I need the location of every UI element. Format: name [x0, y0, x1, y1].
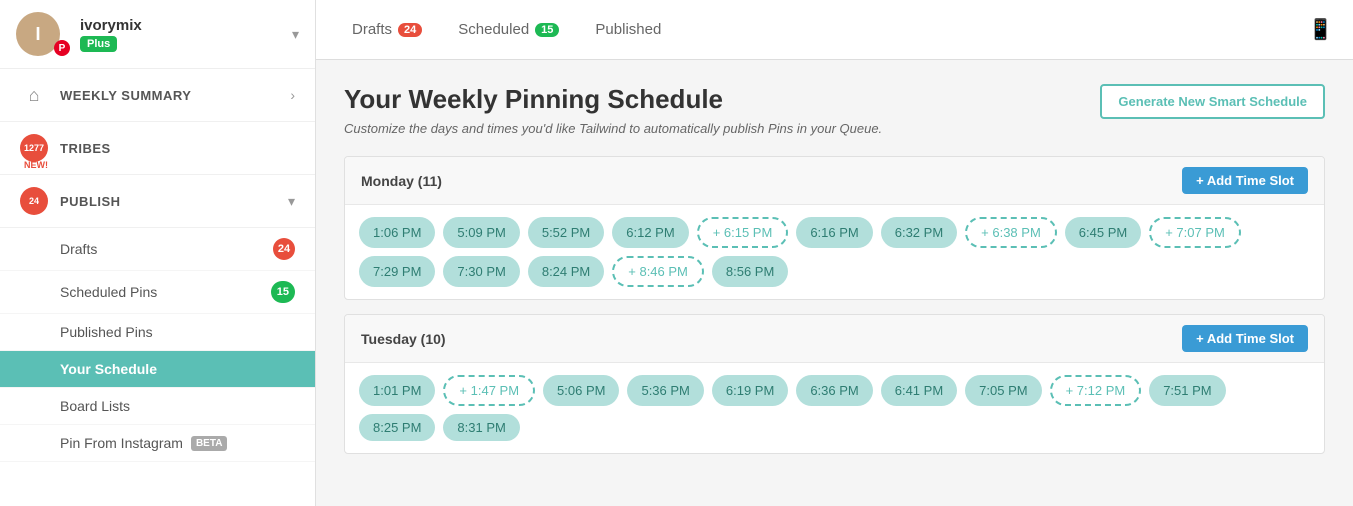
- tab-published-label: Published: [595, 21, 661, 38]
- house-icon: ⌂: [20, 81, 48, 109]
- scheduled-pins-label: Scheduled Pins: [60, 284, 157, 300]
- main-content: Drafts 24 Scheduled 15 Published 📱 Your …: [316, 0, 1353, 506]
- time-slot[interactable]: 1:06 PM: [359, 217, 435, 248]
- time-slot[interactable]: + 6:38 PM: [965, 217, 1057, 248]
- tab-published[interactable]: Published: [579, 13, 677, 46]
- sidebar-item-publish[interactable]: 24 PUBLISH ▾: [0, 175, 315, 228]
- schedule-subtitle: Customize the days and times you'd like …: [344, 121, 882, 136]
- monday-time-slots: 1:06 PM 5:09 PM 5:52 PM 6:12 PM + 6:15 PM6:1…: [345, 205, 1324, 299]
- sidebar-item-pin-from-instagram[interactable]: Pin From Instagram BETA: [0, 425, 315, 462]
- time-slot[interactable]: 6:45 PM: [1065, 217, 1141, 248]
- tribes-icon: 1277: [20, 134, 48, 162]
- time-slot[interactable]: 5:36 PM: [627, 375, 703, 406]
- device-toggle[interactable]: 📱: [1308, 17, 1333, 42]
- sidebar: I P ivorymix Plus ▾ ⌂ WEEKLY SUMMARY › 1…: [0, 0, 316, 506]
- avatar-wrap: I P: [16, 12, 70, 56]
- tab-drafts[interactable]: Drafts 24: [336, 13, 438, 46]
- time-slot[interactable]: + 8:46 PM: [612, 256, 704, 287]
- time-slot[interactable]: 6:36 PM: [796, 375, 872, 406]
- time-slot[interactable]: 6:12 PM: [612, 217, 688, 248]
- tuesday-block: Tuesday (10) + Add Time Slot 1:01 PM + 1:…: [344, 314, 1325, 454]
- beta-badge: BETA: [191, 436, 227, 451]
- expand-icon: ▾: [288, 193, 295, 210]
- time-slot[interactable]: 8:31 PM: [443, 414, 519, 441]
- time-slot[interactable]: 7:30 PM: [443, 256, 519, 287]
- tuesday-time-slots: 1:01 PM + 1:47 PM 5:06 PM 5:36 PM 6:19 PM 6:3…: [345, 363, 1324, 453]
- sidebar-item-label: WEEKLY SUMMARY: [60, 88, 191, 103]
- chevron-down-icon: ▾: [292, 26, 299, 43]
- monday-header: Monday (11) + Add Time Slot: [345, 157, 1324, 205]
- sidebar-item-weekly-summary[interactable]: ⌂ WEEKLY SUMMARY ›: [0, 69, 315, 122]
- generate-smart-schedule-button[interactable]: Generate New Smart Schedule: [1100, 84, 1325, 119]
- tab-scheduled-label: Scheduled: [458, 21, 529, 38]
- tabs-bar: Drafts 24 Scheduled 15 Published 📱: [316, 0, 1353, 60]
- time-slot[interactable]: + 1:47 PM: [443, 375, 535, 406]
- time-slot[interactable]: 5:52 PM: [528, 217, 604, 248]
- time-slot[interactable]: 7:05 PM: [965, 375, 1041, 406]
- monday-add-time-slot-button[interactable]: + Add Time Slot: [1182, 167, 1308, 194]
- tuesday-header: Tuesday (10) + Add Time Slot: [345, 315, 1324, 363]
- publish-badge-number: 24: [29, 196, 39, 206]
- published-pins-label: Published Pins: [60, 324, 153, 340]
- time-slot[interactable]: 7:29 PM: [359, 256, 435, 287]
- sidebar-user-row[interactable]: I P ivorymix Plus ▾: [0, 0, 315, 69]
- sidebar-item-drafts[interactable]: Drafts 24: [0, 228, 315, 271]
- tribes-badge-number: 1277: [24, 143, 44, 153]
- tuesday-add-time-slot-button[interactable]: + Add Time Slot: [1182, 325, 1308, 352]
- tab-scheduled[interactable]: Scheduled 15: [442, 13, 575, 46]
- tuesday-title: Tuesday (10): [361, 331, 446, 347]
- time-slot[interactable]: 7:51 PM: [1149, 375, 1225, 406]
- time-slot[interactable]: 6:41 PM: [881, 375, 957, 406]
- pinterest-icon: P: [54, 40, 70, 56]
- schedule-header: Your Weekly Pinning Schedule Customize t…: [344, 84, 1325, 136]
- sidebar-username: ivorymix: [80, 17, 284, 34]
- time-slot[interactable]: 6:19 PM: [712, 375, 788, 406]
- pin-instagram-label: Pin From Instagram: [60, 435, 183, 451]
- drafts-badge: 24: [273, 238, 295, 260]
- sidebar-tribes-label: TRIBES: [60, 141, 111, 156]
- time-slot[interactable]: + 7:07 PM: [1149, 217, 1241, 248]
- time-slot[interactable]: 6:16 PM: [796, 217, 872, 248]
- sidebar-item-published-pins[interactable]: Published Pins: [0, 314, 315, 351]
- schedule-title-block: Your Weekly Pinning Schedule Customize t…: [344, 84, 882, 136]
- schedule-title: Your Weekly Pinning Schedule: [344, 84, 882, 115]
- drafts-tab-badge: 24: [398, 23, 422, 37]
- new-badge: NEW!: [24, 160, 48, 170]
- chevron-right-icon: ›: [290, 87, 295, 103]
- time-slot[interactable]: 5:09 PM: [443, 217, 519, 248]
- your-schedule-label: Your Schedule: [60, 361, 157, 377]
- publish-sub-nav: Drafts 24 Scheduled Pins 15 Published Pi…: [0, 228, 315, 462]
- plus-badge: Plus: [80, 36, 117, 52]
- time-slot[interactable]: + 7:12 PM: [1050, 375, 1142, 406]
- time-slot[interactable]: 5:06 PM: [543, 375, 619, 406]
- tab-drafts-label: Drafts: [352, 21, 392, 38]
- scheduled-pins-badge: 15: [271, 281, 295, 303]
- scheduled-tab-badge: 15: [535, 23, 559, 37]
- sidebar-item-scheduled-pins[interactable]: Scheduled Pins 15: [0, 271, 315, 314]
- monday-block: Monday (11) + Add Time Slot 1:06 PM 5:09 …: [344, 156, 1325, 300]
- time-slot[interactable]: 8:24 PM: [528, 256, 604, 287]
- sidebar-publish-label: PUBLISH: [60, 194, 121, 209]
- board-lists-label: Board Lists: [60, 398, 130, 414]
- sidebar-item-your-schedule[interactable]: Your Schedule: [0, 351, 315, 388]
- mobile-icon: 📱: [1308, 17, 1333, 42]
- monday-title: Monday (11): [361, 173, 442, 189]
- sidebar-item-tribes[interactable]: 1277 TRIBES NEW!: [0, 122, 315, 175]
- time-slot[interactable]: 8:25 PM: [359, 414, 435, 441]
- time-slot[interactable]: 6:32 PM: [881, 217, 957, 248]
- schedule-content: Your Weekly Pinning Schedule Customize t…: [316, 60, 1353, 506]
- time-slot[interactable]: 1:01 PM: [359, 375, 435, 406]
- time-slot[interactable]: 8:56 PM: [712, 256, 788, 287]
- sidebar-item-board-lists[interactable]: Board Lists: [0, 388, 315, 425]
- drafts-label: Drafts: [60, 241, 97, 257]
- publish-icon: 24: [20, 187, 48, 215]
- time-slot[interactable]: + 6:15 PM: [697, 217, 789, 248]
